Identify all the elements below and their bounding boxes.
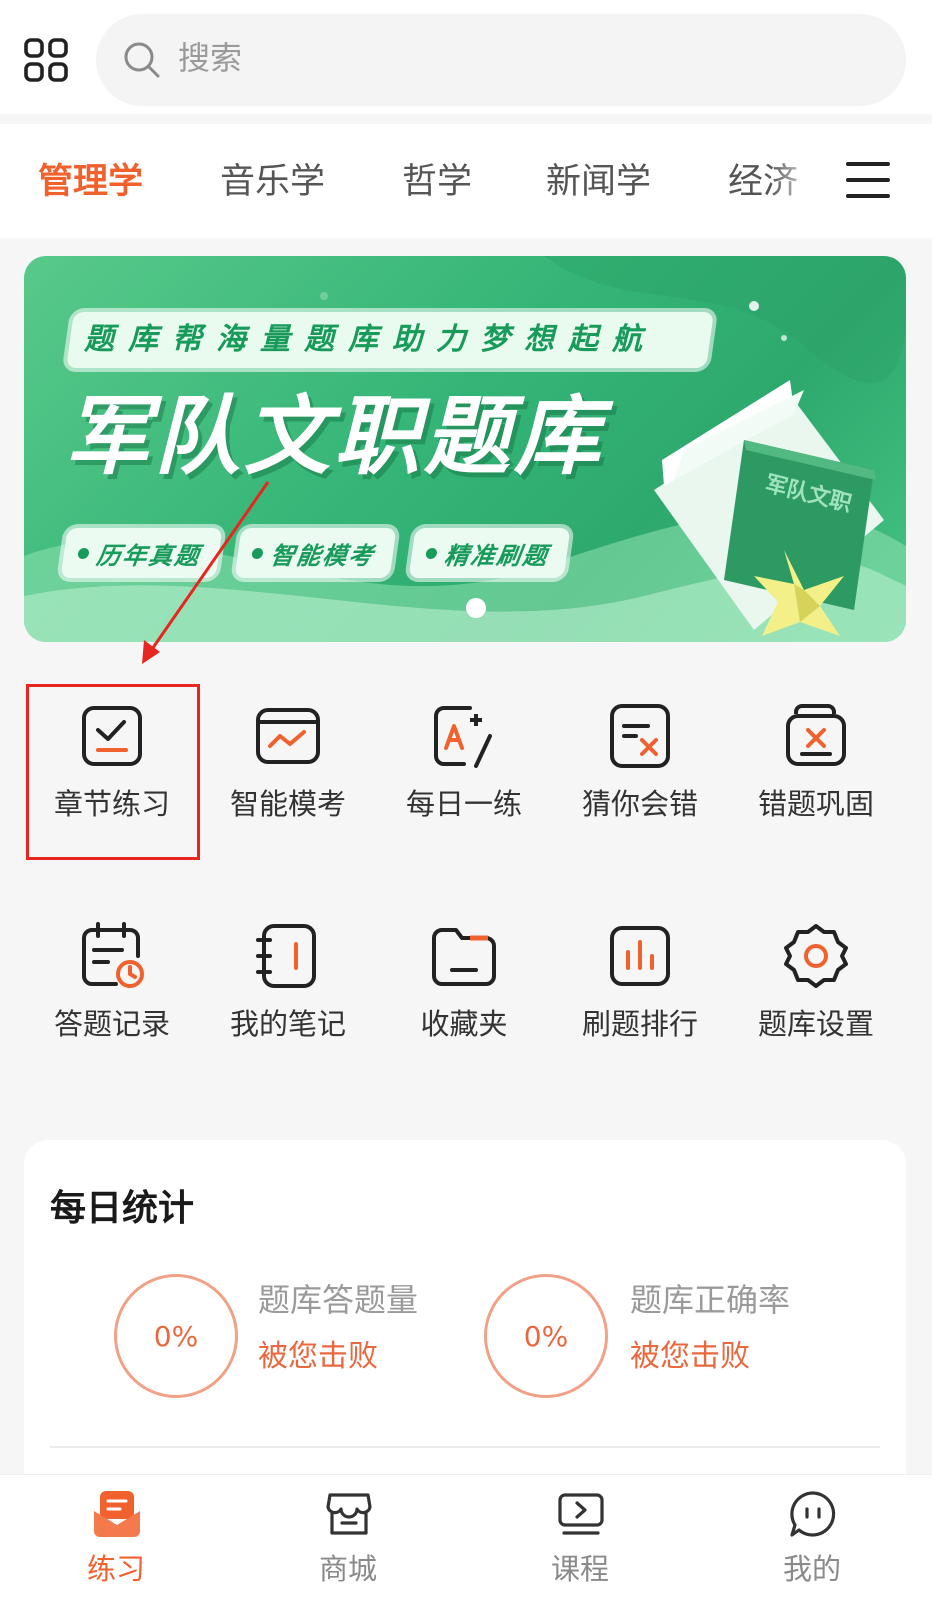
doc-x-icon <box>606 702 674 770</box>
top-bar: 搜索 <box>0 0 932 114</box>
tab-music[interactable]: 音乐学 <box>220 160 325 204</box>
promo-banner[interactable]: 题库帮海量题库助力梦想起航 军队文职题库 历年真题 智能模考 精准刷题 军队文职 <box>24 256 906 642</box>
feature-label: 答题记录 <box>53 1007 170 1041</box>
feature-label: 我的笔记 <box>229 1007 346 1041</box>
tabs-fade <box>770 124 840 238</box>
banner-pill: 历年真题 <box>60 528 223 578</box>
stat-subtext: 被您击败 <box>630 1339 750 1374</box>
divider <box>50 1446 880 1448</box>
banner-title: 军队文职题库 <box>64 387 604 487</box>
course-play-icon <box>556 1489 606 1539</box>
feature-favorites[interactable]: 收藏夹 <box>376 904 552 1076</box>
nav-practice[interactable]: 练习 <box>0 1475 232 1602</box>
feature-label: 猜你会错 <box>581 787 698 821</box>
calendar-clock-icon <box>78 922 146 990</box>
bottom-nav: 练习 商城 课程 我的 <box>0 1474 932 1602</box>
carousel-dot[interactable] <box>466 598 486 618</box>
feature-label: 刷题排行 <box>581 1007 698 1041</box>
apps-grid-icon[interactable] <box>22 36 72 86</box>
feature-answer-history[interactable]: 答题记录 <box>24 904 200 1076</box>
chat-profile-icon <box>788 1489 838 1539</box>
stacked-x-icon <box>782 702 850 770</box>
feature-label: 每日一练 <box>405 787 522 821</box>
trend-chart-icon <box>254 702 322 770</box>
feature-label: 错题巩固 <box>757 787 874 821</box>
daily-stats-card: 每日统计 0% 题库答题量 被您击败 0% 题库正确率 被您击败 <box>24 1140 906 1500</box>
nav-course[interactable]: 课程 <box>464 1475 696 1602</box>
bar-rank-icon <box>606 922 674 990</box>
search-placeholder: 搜索 <box>178 39 243 77</box>
stat-ring: 0% <box>484 1274 608 1398</box>
tab-journalism[interactable]: 新闻学 <box>546 160 651 204</box>
feature-ranking[interactable]: 刷题排行 <box>552 904 728 1076</box>
a-plus-pen-icon <box>430 702 498 770</box>
stat-ring: 0% <box>114 1274 238 1398</box>
stat-label: 题库答题量 <box>258 1281 419 1319</box>
settings-gear-icon <box>782 922 850 990</box>
category-tabs: 管理学 音乐学 哲学 新闻学 经济 <box>0 124 932 238</box>
feature-label: 题库设置 <box>757 1007 874 1041</box>
feature-daily-practice[interactable]: 每日一练 <box>376 684 552 856</box>
feature-wrong-review[interactable]: 错题巩固 <box>728 684 904 856</box>
nav-mine[interactable]: 我的 <box>696 1475 928 1602</box>
banner-pill: 精准刷题 <box>408 528 571 578</box>
feature-label: 智能模考 <box>229 787 346 821</box>
feature-label: 收藏夹 <box>420 1007 508 1041</box>
book-illustration: 军队文职 <box>654 380 884 636</box>
practice-icon <box>92 1489 142 1539</box>
tab-philosophy[interactable]: 哲学 <box>402 160 472 204</box>
folder-icon <box>430 922 498 990</box>
nav-label: 练习 <box>86 1552 145 1586</box>
highlight-box <box>26 684 200 860</box>
feature-guess-wrong[interactable]: 猜你会错 <box>552 684 728 856</box>
stat-subtext: 被您击败 <box>258 1339 378 1374</box>
search-input[interactable]: 搜索 <box>96 14 906 106</box>
shop-icon <box>324 1489 374 1539</box>
stat-value: 0% <box>523 1320 569 1353</box>
nav-label: 商城 <box>318 1552 377 1586</box>
stat-value: 0% <box>153 1320 199 1353</box>
nav-label: 课程 <box>550 1552 609 1586</box>
banner-slogan: 题库帮海量题库助力梦想起航 <box>84 322 656 357</box>
hamburger-menu-icon[interactable] <box>846 158 892 202</box>
notebook-icon <box>254 922 322 990</box>
banner-pill: 智能模考 <box>234 528 397 578</box>
tab-management[interactable]: 管理学 <box>38 160 143 204</box>
nav-shop[interactable]: 商城 <box>232 1475 464 1602</box>
feature-smart-mock[interactable]: 智能模考 <box>200 684 376 856</box>
feature-my-notes[interactable]: 我的笔记 <box>200 904 376 1076</box>
search-icon <box>122 40 162 80</box>
feature-bank-settings[interactable]: 题库设置 <box>728 904 904 1076</box>
stats-title: 每日统计 <box>50 1188 195 1229</box>
nav-label: 我的 <box>782 1552 841 1586</box>
stat-label: 题库正确率 <box>630 1281 791 1319</box>
